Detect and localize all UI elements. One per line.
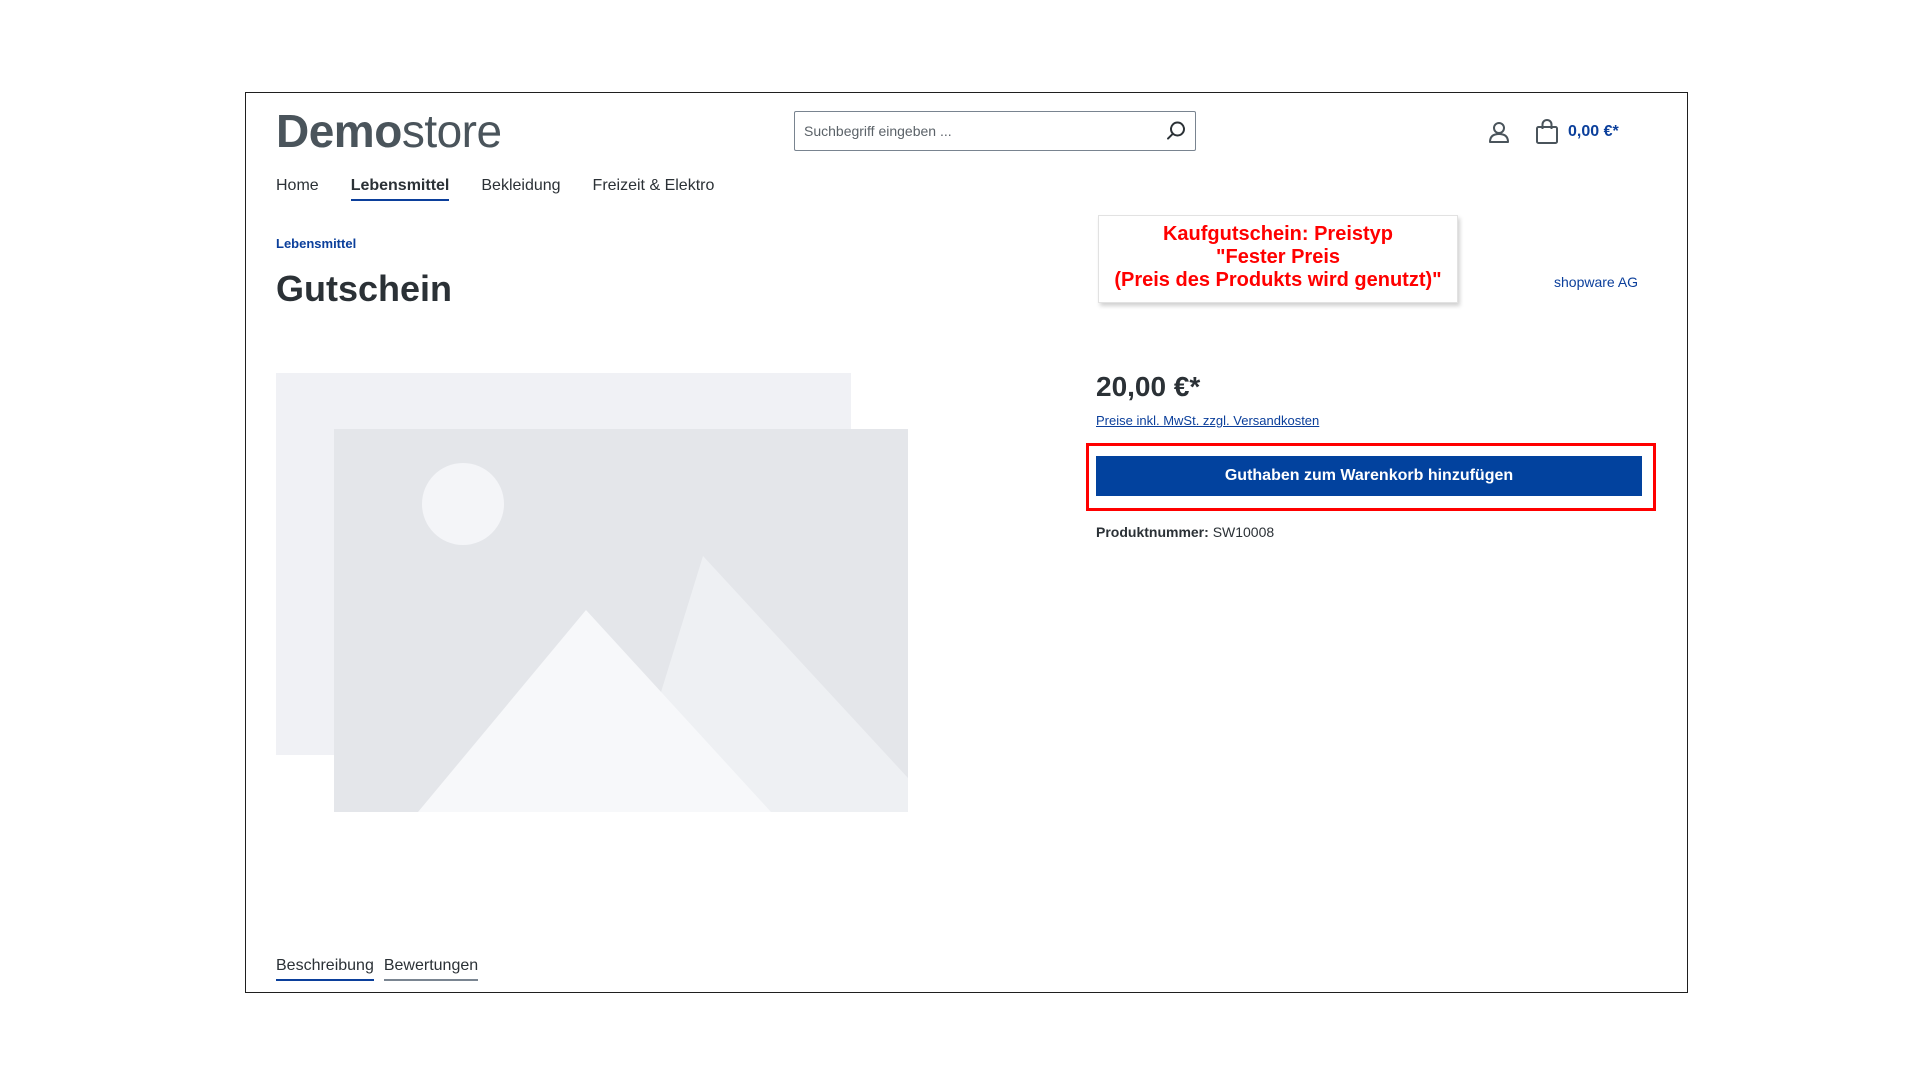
annotation-line: Kaufgutschein: Preistyp: [1162, 223, 1394, 245]
breadcrumb[interactable]: Lebensmittel: [276, 236, 356, 251]
page-title: Gutschein: [276, 268, 453, 309]
manufacturer-link[interactable]: shopware AG: [1554, 274, 1638, 290]
tax-info-link[interactable]: Preise inkl. MwSt. zzgl. Versandkosten: [1096, 413, 1319, 428]
nav-item-home[interactable]: Home: [276, 177, 319, 201]
annotation-callout: Kaufgutschein: Preistyp "Fester Preis (P…: [1098, 215, 1458, 303]
storefront-frame: Demostore 0,00 €* Home Lebensmittel Bekl…: [245, 92, 1688, 993]
account-button[interactable]: [1486, 119, 1512, 145]
shopping-bag-icon: [1536, 118, 1558, 144]
user-icon: [1489, 122, 1509, 143]
search-icon: [1167, 121, 1185, 140]
product-number: Produktnummer: SW10008: [1096, 524, 1274, 540]
nav-item-lebensmittel[interactable]: Lebensmittel: [350, 177, 449, 201]
product-price: 20,00 €*: [1096, 371, 1201, 402]
search-button[interactable]: [1163, 118, 1189, 144]
search-box: [794, 111, 1196, 151]
tab-beschreibung[interactable]: Beschreibung: [276, 957, 374, 981]
add-to-cart-button[interactable]: Guthaben zum Warenkorb hinzufügen: [1096, 456, 1642, 496]
image-placeholder-icon: [276, 373, 908, 812]
cart-total: 0,00 €*: [1568, 123, 1619, 140]
cart-button[interactable]: 0,00 €*: [1534, 117, 1619, 147]
product-tabs: Beschreibung Bewertungen: [276, 957, 479, 981]
annotation-line: "Fester Preis: [1216, 246, 1340, 268]
logo-light-text: store: [401, 105, 502, 157]
main-navigation: Home Lebensmittel Bekleidung Freizeit & …: [276, 177, 714, 201]
nav-item-bekleidung[interactable]: Bekleidung: [481, 177, 560, 201]
product-number-label: Produktnummer:: [1096, 524, 1209, 540]
product-number-value: SW10008: [1212, 524, 1275, 540]
logo-bold-text: Demo: [276, 105, 402, 157]
tab-bewertungen[interactable]: Bewertungen: [383, 957, 479, 981]
annotation-line: (Preis des Produkts wird genutzt)": [1114, 269, 1442, 291]
product-image[interactable]: [276, 373, 1056, 913]
store-logo[interactable]: Demostore: [276, 103, 502, 159]
nav-item-freizeit-elektro[interactable]: Freizeit & Elektro: [593, 177, 715, 201]
search-input[interactable]: [795, 112, 1144, 150]
